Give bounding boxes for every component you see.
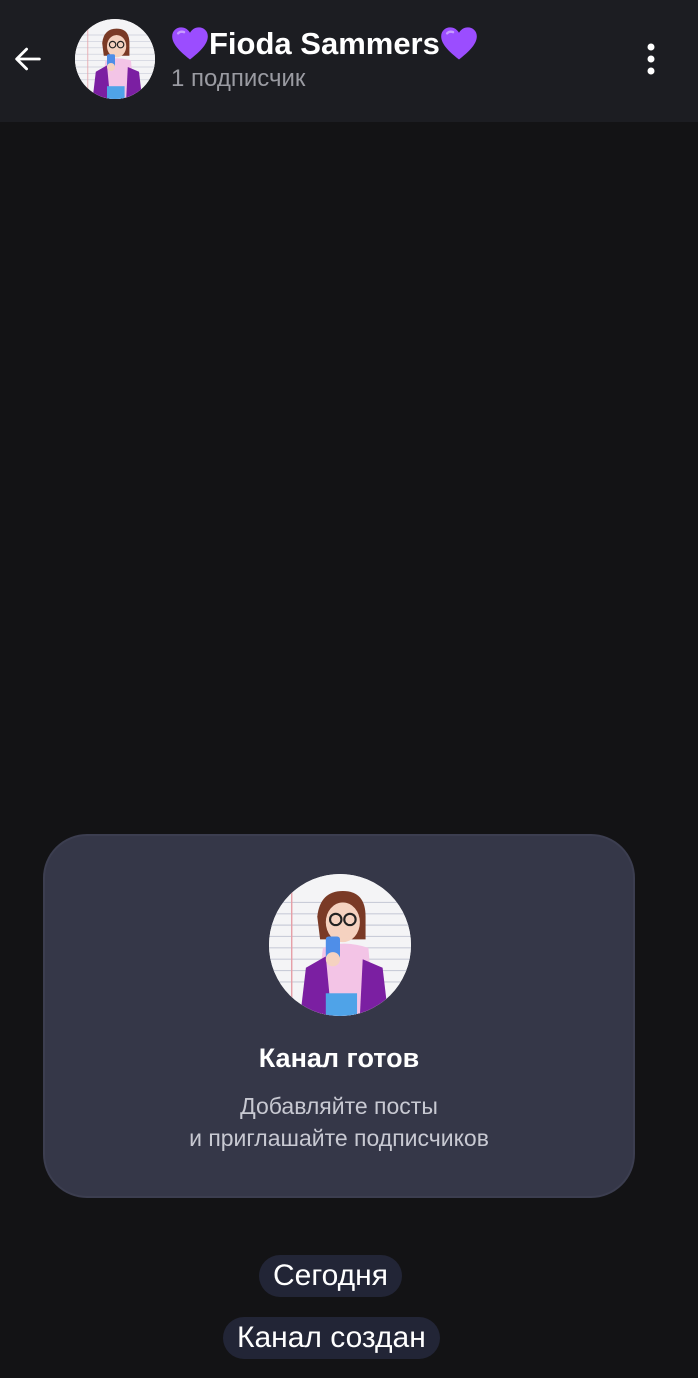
purple-heart-icon bbox=[441, 27, 477, 60]
avatar-illustration bbox=[75, 19, 155, 99]
card-title: Канал готов bbox=[258, 1043, 420, 1073]
date-separator: Сегодня bbox=[259, 1255, 402, 1297]
card-description-line: Добавляйте посты bbox=[240, 1093, 438, 1119]
subscriber-count: 1 подписчик bbox=[171, 65, 306, 92]
channel-avatar-large bbox=[269, 874, 411, 1016]
avatar-illustration bbox=[269, 874, 411, 1016]
arrow-left-icon bbox=[15, 47, 41, 71]
more-vertical-icon bbox=[647, 43, 655, 75]
channel-title[interactable]: Fioda Sammers bbox=[171, 24, 478, 64]
service-message: Канал создан bbox=[223, 1317, 440, 1359]
more-options-button[interactable] bbox=[626, 34, 676, 84]
back-button[interactable] bbox=[6, 37, 50, 81]
channel-created-card: Канал готов Добавляйте посты и приглашай… bbox=[43, 834, 635, 1198]
channel-avatar[interactable] bbox=[75, 19, 155, 99]
card-description-line: и приглашайте подписчиков bbox=[189, 1125, 489, 1151]
card-description: Добавляйте посты и приглашайте подписчик… bbox=[45, 1090, 633, 1154]
channel-name: Fioda Sammers bbox=[209, 26, 440, 61]
top-app-bar: Fioda Sammers 1 подписчик bbox=[0, 0, 698, 122]
purple-heart-icon bbox=[172, 27, 208, 60]
